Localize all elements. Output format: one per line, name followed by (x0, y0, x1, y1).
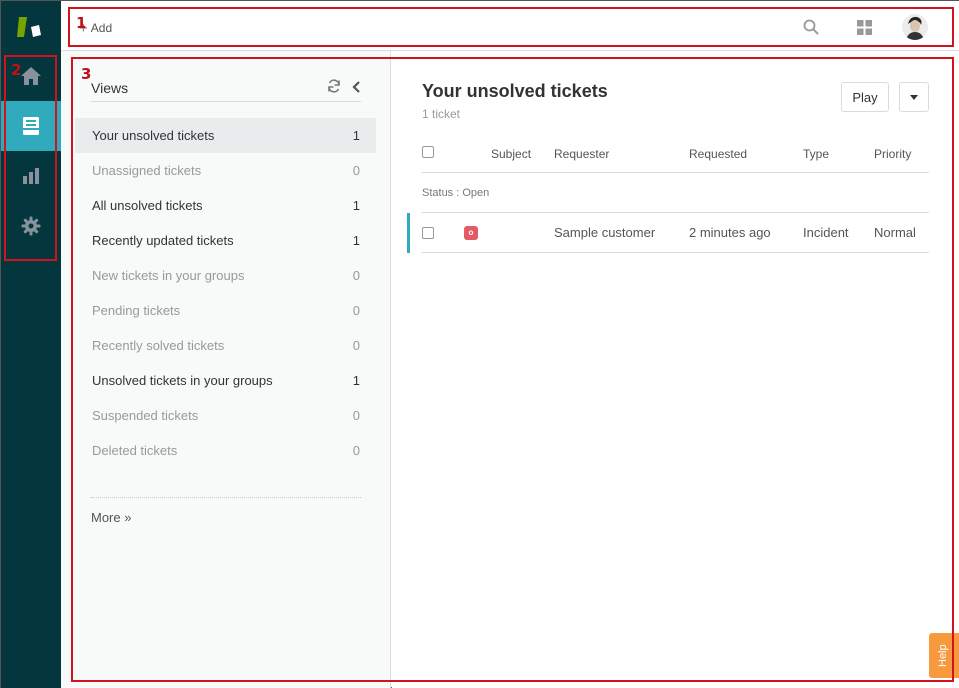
inbox-icon (21, 116, 41, 136)
group-header: Status : Open (422, 174, 929, 213)
nav-views[interactable] (1, 101, 61, 151)
group-label: Status : Open (422, 187, 490, 199)
view-item-recently-updated[interactable]: Recently updated tickets 1 (75, 223, 376, 258)
col-type[interactable]: Type (803, 147, 829, 161)
view-options-dropdown[interactable] (899, 82, 929, 112)
view-label: Unassigned tickets (92, 163, 202, 178)
view-count: 0 (352, 443, 360, 458)
view-label: All unsolved tickets (92, 198, 203, 213)
view-count: 1 (352, 373, 360, 388)
home-icon (20, 66, 42, 86)
gear-icon (21, 216, 41, 236)
view-count: 0 (352, 268, 360, 283)
cell-priority: Normal (874, 225, 916, 240)
view-item-suspended[interactable]: Suspended tickets 0 (75, 398, 376, 433)
cell-requester: Sample customer (554, 225, 656, 240)
page-title: Your unsolved tickets (422, 81, 608, 101)
status-badge: o (464, 226, 478, 240)
annotation-number-3: 3 (81, 65, 92, 83)
view-item-your-unsolved[interactable]: Your unsolved tickets 1 (75, 118, 376, 153)
nav-reporting[interactable] (1, 151, 61, 201)
view-label: Pending tickets (92, 303, 181, 318)
play-button[interactable]: Play (841, 82, 889, 112)
view-label: Deleted tickets (92, 443, 178, 458)
annotation-number-1: 1 (76, 14, 87, 32)
view-count: 0 (352, 338, 360, 353)
bar-chart-icon (22, 167, 40, 185)
view-item-new-in-groups[interactable]: New tickets in your groups 0 (75, 258, 376, 293)
col-requested[interactable]: Requested (689, 147, 747, 161)
views-title: Views (91, 80, 129, 96)
caret-down-icon (910, 94, 918, 100)
cell-requested: 2 minutes ago (689, 225, 771, 240)
user-avatar[interactable] (902, 14, 928, 40)
col-priority[interactable]: Priority (874, 147, 911, 161)
views-header: Views (91, 75, 361, 102)
view-count: 0 (352, 303, 360, 318)
view-count: 0 (352, 408, 360, 423)
view-label: New tickets in your groups (92, 268, 245, 283)
col-requester[interactable]: Requester (554, 147, 609, 161)
view-label: Recently solved tickets (92, 338, 225, 353)
grid-icon[interactable] (854, 17, 874, 37)
view-label: Suspended tickets (92, 408, 199, 423)
views-divider (91, 497, 361, 498)
view-label: Unsolved tickets in your groups (92, 373, 273, 388)
table-header: Subject Requester Requested Type Priorit… (422, 133, 929, 173)
ticket-count: 1 ticket (422, 107, 461, 121)
zendesk-logo[interactable] (17, 15, 45, 39)
ticket-list-main: Your unsolved tickets 1 ticket Play Subj… (392, 51, 959, 688)
help-label: Help (937, 644, 949, 667)
view-item-deleted[interactable]: Deleted tickets 0 (75, 433, 376, 468)
help-button[interactable]: Help (929, 633, 959, 678)
row-highlight-bar (407, 213, 410, 253)
add-label: Add (90, 21, 113, 35)
views-panel: Views Your unsolved tickets 1 Unassigned … (61, 51, 391, 688)
table-row[interactable]: o Sample customer 2 minutes ago Incident… (422, 213, 929, 253)
view-item-recently-solved[interactable]: Recently solved tickets 0 (75, 328, 376, 363)
annotation-number-2: 2 (11, 61, 22, 79)
view-count: 1 (352, 128, 360, 143)
select-all-checkbox[interactable] (422, 146, 434, 158)
view-count: 1 (352, 198, 360, 213)
view-count: 1 (352, 233, 360, 248)
nav-home[interactable] (1, 51, 61, 101)
top-header: + Add (61, 1, 959, 51)
more-views-link[interactable]: More » (91, 510, 131, 525)
cell-type: Incident (803, 225, 849, 240)
view-item-unassigned[interactable]: Unassigned tickets 0 (75, 153, 376, 188)
collapse-icon[interactable] (351, 80, 363, 93)
view-item-unsolved-in-groups[interactable]: Unsolved tickets in your groups 1 (75, 363, 376, 398)
nav-admin[interactable] (1, 201, 61, 251)
refresh-icon[interactable] (327, 79, 341, 93)
product-nav (1, 1, 61, 688)
row-checkbox[interactable] (422, 227, 434, 239)
view-count: 0 (352, 163, 360, 178)
view-label: Your unsolved tickets (92, 128, 215, 143)
view-list: Your unsolved tickets 1 Unassigned ticket… (75, 118, 376, 468)
view-item-all-unsolved[interactable]: All unsolved tickets 1 (75, 188, 376, 223)
view-item-pending[interactable]: Pending tickets 0 (75, 293, 376, 328)
col-subject[interactable]: Subject (491, 147, 531, 161)
search-icon[interactable] (801, 17, 821, 37)
view-label: Recently updated tickets (92, 233, 234, 248)
